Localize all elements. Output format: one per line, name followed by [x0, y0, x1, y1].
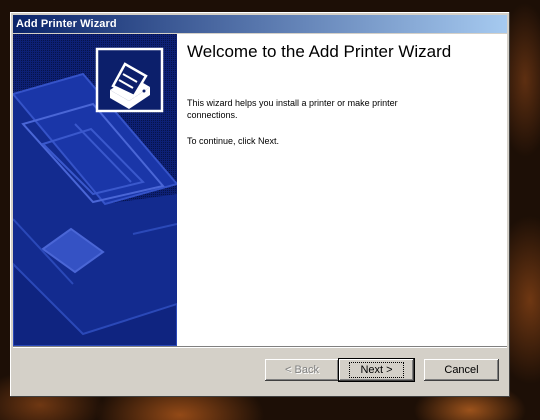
page-title: Welcome to the Add Printer Wizard — [187, 42, 452, 61]
cancel-button[interactable]: Cancel — [424, 359, 499, 381]
next-button-label: Next > — [349, 362, 404, 378]
wizard-page: Welcome to the Add Printer Wizard This w… — [13, 34, 507, 346]
wizard-description: This wizard helps you install a printer … — [187, 98, 398, 120]
button-separator — [13, 346, 507, 348]
back-button-label: < Back — [285, 364, 319, 376]
continue-instruction: To continue, click Next. — [187, 136, 280, 146]
title-bar[interactable]: Add Printer Wizard — [13, 15, 507, 33]
cancel-button-label: Cancel — [444, 364, 479, 376]
next-button[interactable]: Next > — [339, 359, 414, 381]
printer-icon — [95, 47, 164, 113]
wizard-banner — [13, 34, 177, 346]
add-printer-wizard-window: Add Printer Wizard Welcome to the Add Pr… — [10, 12, 510, 397]
window-title: Add Printer Wizard — [16, 18, 117, 30]
back-button[interactable]: < Back — [265, 359, 339, 381]
